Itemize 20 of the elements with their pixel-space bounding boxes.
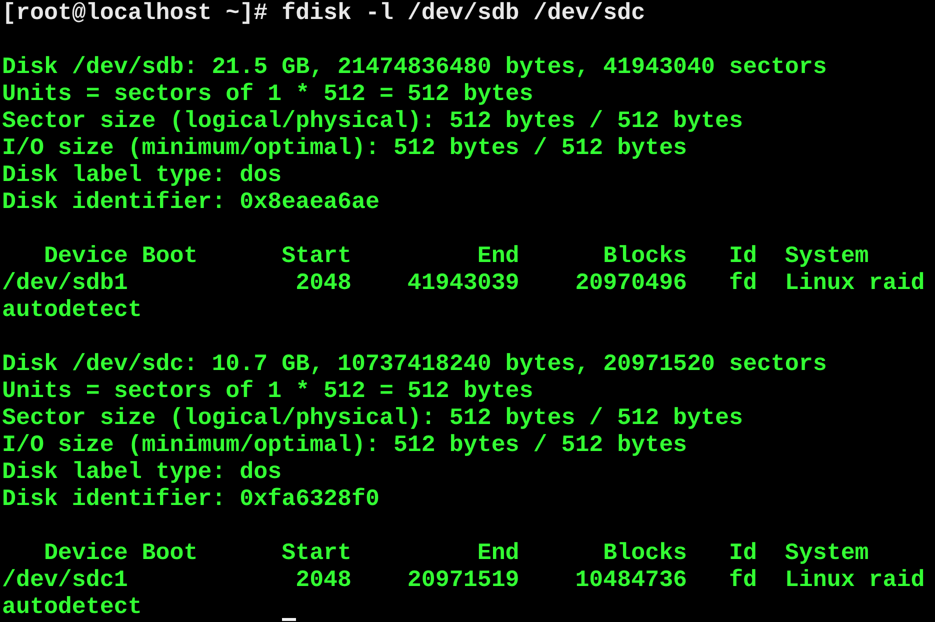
output-line: Sector size (logical/physical): 512 bytes / 512 bytes	[2, 108, 743, 135]
output-line: autodetect	[2, 594, 142, 621]
output-line: Sector size (logical/physical): 512 bytes / 512 bytes	[2, 405, 743, 432]
output-line: Disk /dev/sdc: 10.7 GB, 10737418240 bytes, 20971520 sectors	[2, 351, 827, 378]
text-cursor	[282, 618, 296, 621]
output-line: /dev/sdb1 2048 41943039 20970496 fd Linux raid	[2, 270, 925, 297]
output-line: Disk label type: dos	[2, 162, 282, 189]
output-line: Units = sectors of 1 * 512 = 512 bytes	[2, 378, 534, 405]
output-line: Disk identifier: 0xfa6328f0	[2, 486, 380, 513]
output-line: Disk /dev/sdb: 21.5 GB, 21474836480 bytes, 41943040 sectors	[2, 54, 827, 81]
output-line: I/O size (minimum/optimal): 512 bytes / 512 bytes	[2, 432, 688, 459]
output-line: Units = sectors of 1 * 512 = 512 bytes	[2, 81, 534, 108]
output-line: autodetect	[2, 297, 142, 324]
output-line: I/O size (minimum/optimal): 512 bytes / 512 bytes	[2, 135, 688, 162]
output-line: /dev/sdc1 2048 20971519 10484736 fd Linux raid	[2, 567, 925, 594]
command-line: [root@localhost ~]# fdisk -l /dev/sdb /dev/sdc	[2, 0, 646, 27]
output-line: Device Boot Start End Blocks Id System	[42, 540, 869, 567]
output-line: Disk label type: dos	[2, 459, 282, 486]
output-line: Disk identifier: 0x8eaea6ae	[2, 189, 380, 216]
output-line: Device Boot Start End Blocks Id System	[42, 243, 869, 270]
